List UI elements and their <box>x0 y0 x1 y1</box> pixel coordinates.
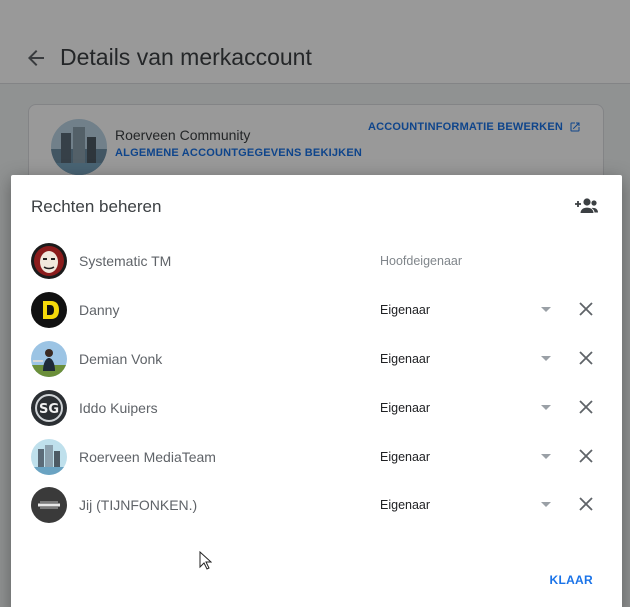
close-icon[interactable] <box>577 349 595 367</box>
mouse-pointer-icon <box>199 551 212 570</box>
chevron-down-icon[interactable] <box>541 454 551 459</box>
user-name: Demian Vonk <box>79 351 163 367</box>
user-row: Demian Vonk Eigenaar <box>11 335 622 383</box>
user-row: Systematic TM Hoofdeigenaar <box>11 237 622 285</box>
user-row: Jij (TIJNFONKEN.) Eigenaar <box>11 481 622 529</box>
dialog-title: Rechten beheren <box>31 197 162 216</box>
close-icon[interactable] <box>577 495 595 513</box>
user-avatar: SG <box>31 390 67 426</box>
user-avatar <box>31 487 67 523</box>
chevron-down-icon[interactable] <box>541 307 551 312</box>
role-select[interactable]: Eigenaar <box>380 450 430 464</box>
user-row: Danny Eigenaar <box>11 286 622 334</box>
user-row: Roerveen MediaTeam Eigenaar <box>11 433 622 481</box>
close-icon[interactable] <box>577 398 595 416</box>
user-name: Systematic TM <box>79 253 172 269</box>
done-button[interactable]: KLAAR <box>550 573 594 587</box>
user-name: Jij (TIJNFONKEN.) <box>79 497 198 513</box>
role-select[interactable]: Eigenaar <box>380 352 430 366</box>
chevron-down-icon[interactable] <box>541 356 551 361</box>
close-icon[interactable] <box>577 447 595 465</box>
role-select[interactable]: Eigenaar <box>380 401 430 415</box>
chevron-down-icon[interactable] <box>541 502 551 507</box>
user-row: SG Iddo Kuipers Eigenaar <box>11 384 622 432</box>
role-select[interactable]: Eigenaar <box>380 498 430 512</box>
user-avatar <box>31 439 67 475</box>
svg-text:SG: SG <box>39 402 59 417</box>
user-name: Roerveen MediaTeam <box>79 449 216 465</box>
role-select[interactable]: Eigenaar <box>380 303 430 317</box>
user-avatar <box>31 292 67 328</box>
user-avatar <box>31 243 67 279</box>
chevron-down-icon[interactable] <box>541 405 551 410</box>
user-name: Danny <box>79 302 120 318</box>
close-icon[interactable] <box>577 300 595 318</box>
manage-permissions-dialog: Rechten beheren Systematic TM Hoofdeigen… <box>11 175 622 607</box>
user-role: Hoofdeigenaar <box>380 254 463 268</box>
user-name: Iddo Kuipers <box>79 400 158 416</box>
add-person-icon[interactable] <box>574 195 600 217</box>
user-avatar <box>31 341 67 377</box>
